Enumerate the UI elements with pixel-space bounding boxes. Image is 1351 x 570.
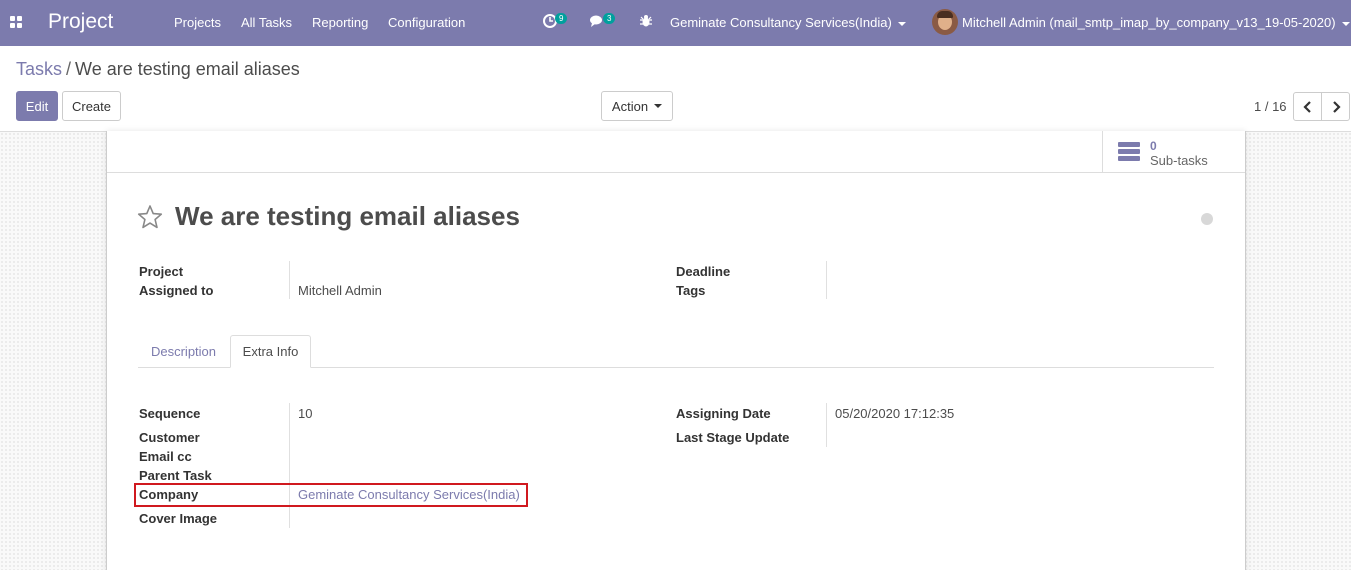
- assigned-to-label: Assigned to: [139, 283, 214, 298]
- menu-reporting[interactable]: Reporting: [312, 15, 368, 30]
- chevron-down-icon: [1341, 21, 1350, 26]
- field-divider: [826, 261, 827, 299]
- subtasks-smart-button[interactable]: 0 Sub-tasks: [1102, 131, 1245, 173]
- apps-grid-icon[interactable]: [10, 16, 22, 28]
- edit-button[interactable]: Edit: [16, 91, 58, 121]
- messages-badge: 3: [603, 13, 616, 24]
- assigning-date-label: Assigning Date: [676, 406, 771, 421]
- kanban-state-indicator[interactable]: [1201, 213, 1213, 225]
- last-stage-update-label: Last Stage Update: [676, 430, 790, 445]
- chevron-down-icon: [654, 104, 663, 108]
- pager-value[interactable]: 1 / 16: [1254, 99, 1287, 114]
- task-title[interactable]: We are testing email aliases: [175, 201, 520, 232]
- customer-label: Customer: [139, 430, 200, 445]
- subtasks-count: 0: [1150, 139, 1157, 153]
- tab-description[interactable]: Description: [138, 335, 229, 368]
- breadcrumb-separator: /: [66, 59, 72, 79]
- pager-next-button[interactable]: [1321, 92, 1350, 121]
- chevron-left-icon: [1302, 100, 1311, 113]
- company-switcher[interactable]: Geminate Consultancy Services(India): [670, 15, 906, 30]
- menu-all-tasks[interactable]: All Tasks: [241, 15, 292, 30]
- create-button[interactable]: Create: [62, 91, 121, 121]
- field-divider: [826, 403, 827, 447]
- bug-icon[interactable]: [638, 13, 654, 29]
- button-box: 0 Sub-tasks: [107, 131, 1245, 173]
- cover-image-label: Cover Image: [139, 511, 218, 526]
- breadcrumb-tasks[interactable]: Tasks: [16, 59, 62, 79]
- action-dropdown[interactable]: Action: [601, 91, 673, 121]
- sequence-field[interactable]: 10: [298, 406, 312, 421]
- project-label: Project: [139, 264, 184, 279]
- parent-task-label: Parent Task: [139, 468, 212, 483]
- chevron-down-icon: [897, 21, 906, 26]
- tags-label: Tags: [676, 283, 706, 298]
- field-divider: [289, 261, 290, 299]
- avatar[interactable]: [932, 9, 958, 35]
- company-switcher-label: Geminate Consultancy Services(India): [670, 15, 892, 30]
- form-sheet: 0 Sub-tasks We are testing email aliases…: [106, 131, 1246, 570]
- menu-projects[interactable]: Projects: [174, 15, 221, 30]
- assigning-date-field: 05/20/2020 17:12:35: [835, 406, 955, 421]
- company-highlight-box: [134, 483, 528, 507]
- star-icon[interactable]: [137, 204, 163, 230]
- activity-badge: 9: [555, 13, 568, 24]
- sequence-label: Sequence: [139, 406, 201, 421]
- assigned-to-field[interactable]: Mitchell Admin: [298, 283, 382, 298]
- chevron-right-icon: [1332, 100, 1341, 113]
- tab-extra-info[interactable]: Extra Info: [230, 335, 311, 368]
- tasks-icon: [1118, 142, 1140, 162]
- email-cc-label: Email cc: [139, 449, 192, 464]
- action-dropdown-label: Action: [611, 98, 649, 114]
- deadline-label: Deadline: [676, 264, 731, 279]
- pager-previous-button[interactable]: [1293, 92, 1322, 121]
- top-navbar: Project Projects All Tasks Reporting Con…: [0, 0, 1351, 46]
- field-divider: [289, 403, 290, 528]
- menu-configuration[interactable]: Configuration: [388, 15, 465, 30]
- user-menu-label: Mitchell Admin (mail_smtp_imap_by_compan…: [962, 15, 1336, 30]
- user-menu[interactable]: Mitchell Admin (mail_smtp_imap_by_compan…: [962, 15, 1350, 30]
- subtasks-label: Sub-tasks: [1150, 153, 1208, 168]
- app-name[interactable]: Project: [48, 10, 113, 34]
- notebook-tabs: Description Extra Info: [138, 335, 1214, 368]
- form-view: 0 Sub-tasks We are testing email aliases…: [0, 131, 1351, 570]
- breadcrumb: Tasks / We are testing email aliases: [16, 59, 300, 80]
- breadcrumb-current: We are testing email aliases: [75, 59, 300, 79]
